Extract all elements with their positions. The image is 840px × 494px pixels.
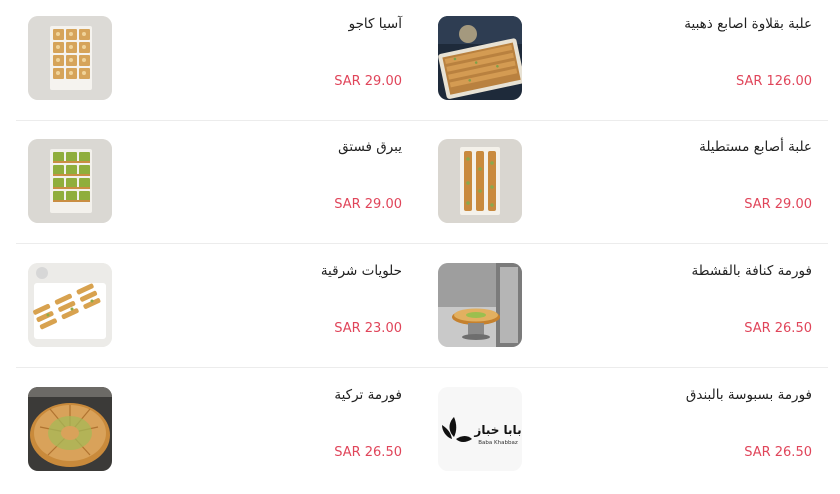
product-name: فورمة كنافة بالقشطة <box>691 263 812 279</box>
product-price: SAR 126.00 <box>735 74 812 89</box>
product-price: SAR 23.00 <box>334 321 402 336</box>
product-name: علبة بقلاوة اصابع ذهبية <box>684 16 812 32</box>
product-card[interactable]: فورمة كنافة بالقشطة SAR 26.50 <box>422 247 828 370</box>
row-divider <box>16 367 828 368</box>
baba-khabbaz-logo: بابا خباز Baba Khabbaz <box>438 387 522 471</box>
logo-arabic-text: بابا خباز <box>473 423 521 437</box>
kunafa-cream-image <box>438 263 522 347</box>
row-divider <box>16 243 828 244</box>
product-card[interactable]: علبة أصابع مستطيلة SAR 29.00 <box>422 123 828 246</box>
product-price: SAR 29.00 <box>744 197 812 212</box>
product-card[interactable]: يبرق فستق SAR 29.00 <box>12 123 418 246</box>
pistachio-yabraq-image <box>28 139 112 223</box>
product-price: SAR 29.00 <box>334 74 402 89</box>
asia-cashew-image <box>28 16 112 100</box>
product-price: SAR 26.50 <box>744 321 812 336</box>
product-card[interactable]: فورمة تركية SAR 26.50 <box>12 371 418 494</box>
logo-latin-text: Baba Khabbaz <box>478 440 518 446</box>
product-price: SAR 29.00 <box>334 197 402 212</box>
product-price: SAR 26.50 <box>334 445 402 460</box>
product-name: آسيا كاجو <box>348 16 402 32</box>
product-price: SAR 26.50 <box>744 445 812 460</box>
product-name: يبرق فستق <box>338 139 402 155</box>
product-name: حلويات شرقية <box>320 263 402 279</box>
product-image[interactable] <box>438 139 522 223</box>
turkish-pastry-image <box>28 387 112 471</box>
row-divider <box>16 120 828 121</box>
product-image[interactable] <box>28 263 112 347</box>
product-card[interactable]: علبة بقلاوة اصابع ذهبية SAR 126.00 <box>422 0 828 123</box>
product-card[interactable]: حلويات شرقية SAR 23.00 <box>12 247 418 370</box>
product-image[interactable]: بابا خباز Baba Khabbaz <box>438 387 522 471</box>
product-name: علبة أصابع مستطيلة <box>699 139 812 155</box>
product-image[interactable] <box>438 263 522 347</box>
product-image[interactable] <box>28 387 112 471</box>
product-card[interactable]: آسيا كاجو SAR 29.00 <box>12 0 418 123</box>
golden-baklava-box-image <box>438 16 522 100</box>
product-name: فورمة بسبوسة بالبندق <box>685 387 812 403</box>
product-grid: علبة بقلاوة اصابع ذهبية SAR 126.00 آسيا … <box>0 0 840 471</box>
product-image[interactable] <box>438 16 522 100</box>
product-image[interactable] <box>28 139 112 223</box>
product-card[interactable]: فورمة بسبوسة بالبندق SAR 26.50 بابا خباز… <box>422 371 828 494</box>
oriental-sweets-image <box>28 263 112 347</box>
product-image[interactable] <box>28 16 112 100</box>
rectangular-fingers-image <box>438 139 522 223</box>
product-name: فورمة تركية <box>334 387 402 403</box>
